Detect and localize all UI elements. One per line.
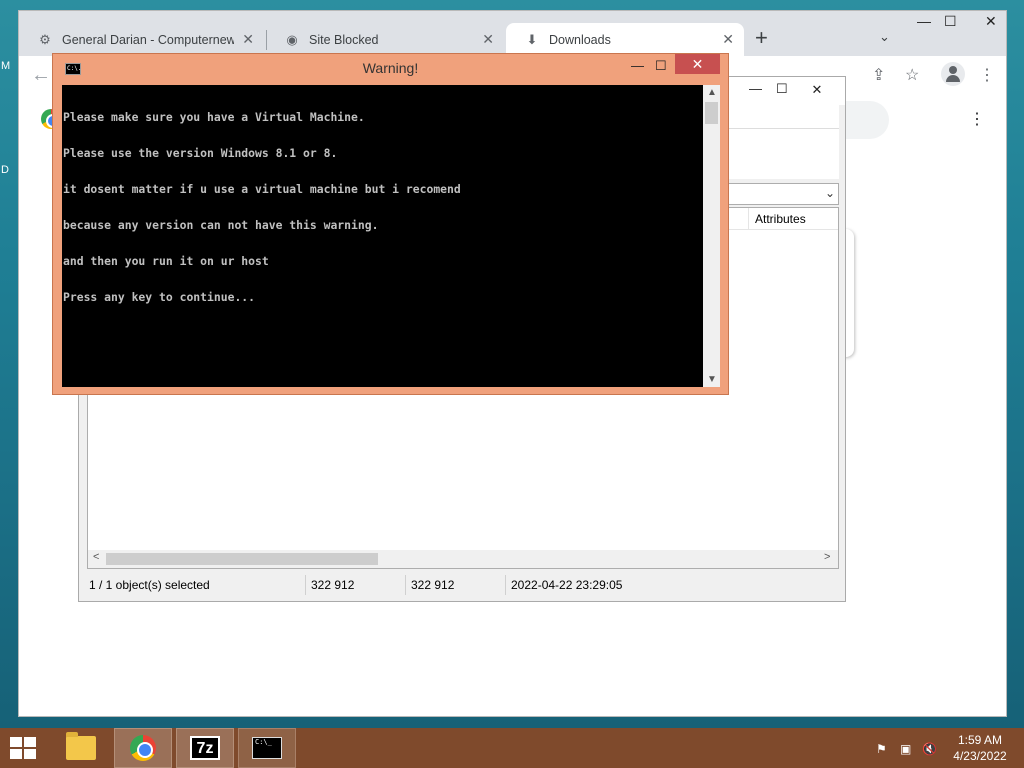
scrollbar-thumb[interactable] [106, 553, 378, 565]
clock-date: 4/23/2022 [953, 749, 1007, 763]
tab-title: Site Blocked [309, 32, 379, 47]
status-bar: 1 / 1 object(s) selected 322 912 322 912… [87, 575, 839, 595]
volume-muted-icon[interactable]: 🔇 [922, 742, 937, 756]
maximize-button[interactable]: ☐ [944, 13, 957, 30]
taskbar-command-prompt[interactable]: C:\_ [238, 728, 296, 768]
site-favicon-icon: ⚙ [39, 31, 51, 47]
downloads-menu-icon[interactable]: ⋮ [969, 109, 985, 129]
tab-close-icon[interactable]: ✕ [242, 31, 254, 48]
console-titlebar[interactable]: C:\. Warning! — ☐ ✕ [53, 54, 728, 84]
windows-logo-icon [10, 737, 22, 747]
tab-title: Downloads [549, 32, 611, 47]
status-size: 322 912 [311, 578, 355, 592]
status-divider [505, 575, 506, 595]
console-line: Press any key to continue... [63, 290, 256, 304]
tab-close-icon[interactable]: ✕ [722, 31, 734, 48]
status-packed-size: 322 912 [411, 578, 455, 592]
chevron-down-icon[interactable]: ⌄ [825, 186, 835, 200]
tab-title: General Darian - Computernewb [62, 32, 234, 47]
maximize-button[interactable]: ☐ [776, 81, 788, 97]
network-icon[interactable]: ▣ [900, 742, 911, 756]
close-button[interactable]: ✕ [985, 13, 997, 30]
new-tab-button[interactable]: + [755, 25, 768, 51]
tab-downloads[interactable]: ⬇ Downloads ✕ [506, 23, 744, 56]
console-line: Please use the version Windows 8.1 or 8. [63, 146, 338, 160]
tab-site-blocked[interactable]: ◉ Site Blocked ✕ [266, 23, 504, 56]
desktop-icon-label: M [1, 60, 11, 72]
desktop-icon-label: D [1, 164, 9, 176]
tab-close-icon[interactable]: ✕ [482, 31, 494, 48]
vertical-scrollbar[interactable]: ▲ ▼ [703, 85, 720, 387]
scroll-down-icon[interactable]: ▼ [707, 374, 717, 385]
scrollbar-thumb[interactable] [705, 102, 718, 124]
tab-strip: ⚙ General Darian - Computernewb ✕ ◉ Site… [19, 11, 1006, 56]
action-center-flag-icon[interactable]: ⚑ [876, 742, 887, 756]
bookmark-star-icon[interactable]: ☆ [905, 65, 919, 85]
window-title: Warning! [362, 60, 419, 76]
globe-icon: ◉ [286, 31, 298, 47]
command-prompt-icon: C:\_ [252, 737, 282, 759]
system-clock[interactable]: 1:59 AM 4/23/2022 [950, 732, 1010, 764]
status-divider [405, 575, 406, 595]
minimize-button[interactable]: — [749, 81, 762, 96]
taskbar-file-explorer[interactable] [52, 728, 110, 768]
clock-time: 1:59 AM [957, 733, 1003, 747]
scroll-up-icon[interactable]: ▲ [707, 87, 717, 98]
close-button[interactable]: ✕ [675, 54, 720, 74]
console-line: and then you run it on ur host [63, 254, 269, 268]
console-line: because any version can not have this wa… [63, 218, 379, 232]
chrome-icon [130, 735, 156, 761]
tab-general-darian[interactable]: ⚙ General Darian - Computernewb ✕ [19, 23, 264, 56]
minimize-button[interactable]: — [631, 58, 644, 73]
column-attributes[interactable]: Attributes [748, 208, 840, 230]
maximize-button[interactable]: ☐ [655, 58, 667, 74]
minimize-button[interactable]: — [917, 13, 931, 29]
tab-search-button[interactable]: ⌄ [879, 29, 890, 45]
taskbar-chrome[interactable] [114, 728, 172, 768]
start-button[interactable] [10, 737, 38, 759]
taskbar-7zip[interactable]: 7z [176, 728, 234, 768]
scroll-left-icon[interactable]: < [93, 551, 99, 563]
horizontal-scrollbar[interactable]: < > [88, 550, 838, 568]
console-text: Please make sure you have a Virtual Mach… [63, 87, 703, 327]
status-selection: 1 / 1 object(s) selected [89, 578, 210, 592]
taskbar: 7z C:\_ ⚑ ▣ 🔇 1:59 AM 4/23/2022 [0, 728, 1024, 768]
7zip-icon: 7z [190, 736, 220, 760]
windows-logo-icon [24, 749, 36, 759]
share-icon[interactable]: ⇪ [872, 65, 885, 85]
console-line: it dosent matter if u use a virtual mach… [63, 182, 461, 196]
status-divider [305, 575, 306, 595]
console-output[interactable]: Please make sure you have a Virtual Mach… [62, 85, 720, 387]
back-button[interactable]: ← [31, 64, 51, 87]
chrome-menu-icon[interactable]: ⋮ [979, 65, 995, 85]
folder-icon [66, 732, 96, 760]
windows-logo-icon [10, 749, 22, 759]
download-icon: ⬇ [526, 31, 538, 47]
status-modified: 2022-04-22 23:29:05 [511, 578, 623, 592]
console-line: Please make sure you have a Virtual Mach… [63, 110, 365, 124]
downloads-search-field[interactable] [839, 101, 889, 139]
profile-avatar[interactable] [941, 62, 965, 86]
close-button[interactable]: ✕ [795, 79, 839, 101]
console-window: C:\. Warning! — ☐ ✕ Please make sure you… [52, 53, 729, 395]
scroll-right-icon[interactable]: > [824, 551, 830, 563]
windows-logo-icon [24, 737, 36, 747]
